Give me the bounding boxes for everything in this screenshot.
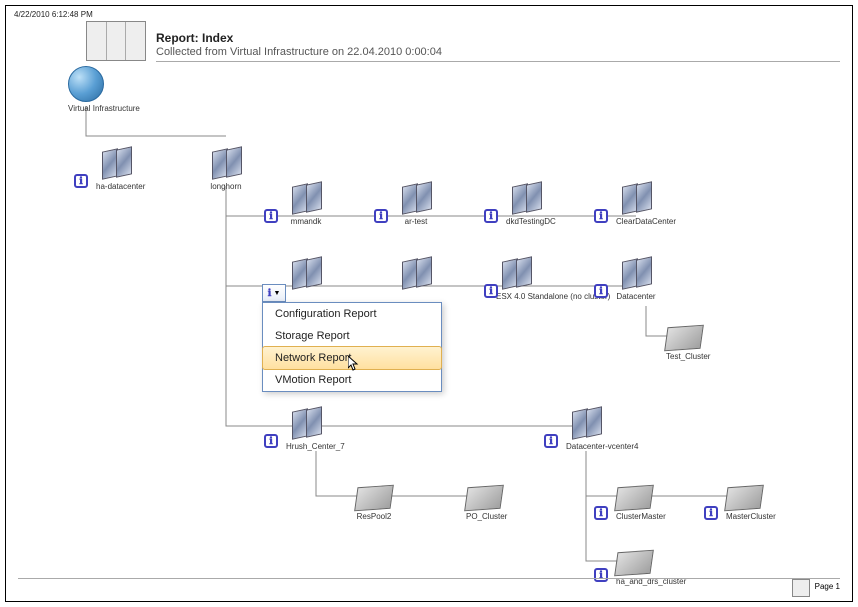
server-icon bbox=[286, 406, 326, 440]
node-longhorn[interactable]: longhorn bbox=[206, 146, 246, 191]
menu-item-storage-report[interactable]: Storage Report bbox=[263, 325, 441, 347]
cluster-icon bbox=[724, 485, 764, 512]
node-hidden-2[interactable] bbox=[396, 256, 436, 290]
cluster-icon bbox=[354, 485, 394, 512]
info-badge[interactable]: ℹ bbox=[484, 209, 498, 223]
server-icon bbox=[496, 256, 536, 290]
node-cleardc[interactable]: ClearDataCenter bbox=[616, 181, 676, 226]
info-badge[interactable]: ℹ bbox=[594, 284, 608, 298]
info-badge[interactable]: ℹ bbox=[264, 209, 278, 223]
info-badge[interactable]: ℹ bbox=[704, 506, 718, 520]
node-virtual-infrastructure[interactable]: Virtual Infrastructure bbox=[68, 66, 140, 113]
info-badge[interactable]: ℹ bbox=[374, 209, 388, 223]
info-badge[interactable]: ℹ bbox=[484, 284, 498, 298]
server-icon bbox=[616, 256, 656, 290]
mouse-cursor bbox=[348, 356, 360, 372]
node-datacenter[interactable]: Datacenter bbox=[616, 256, 656, 301]
node-clustermaster[interactable]: ClusterMaster bbox=[616, 486, 666, 521]
node-ha-datacenter[interactable]: ha-datacenter bbox=[96, 146, 145, 191]
node-dkdtest[interactable]: dkdTestingDC bbox=[506, 181, 556, 226]
node-hidden-1[interactable] bbox=[286, 256, 326, 290]
server-icon bbox=[286, 181, 326, 215]
info-badge[interactable]: ℹ bbox=[544, 434, 558, 448]
server-icon bbox=[566, 406, 606, 440]
node-artest[interactable]: ar-test bbox=[396, 181, 436, 226]
cluster-icon bbox=[614, 550, 654, 577]
server-icon bbox=[396, 181, 436, 215]
node-respool2[interactable]: ResPool2 bbox=[356, 486, 392, 521]
footer-graphic bbox=[792, 579, 810, 597]
node-testcluster[interactable]: Test_Cluster bbox=[666, 326, 710, 361]
node-hrush[interactable]: Hrush_Center_7 bbox=[286, 406, 345, 451]
info-dropdown-button[interactable]: ℹ ▼ bbox=[262, 284, 286, 302]
footer-divider bbox=[18, 578, 840, 579]
globe-icon bbox=[68, 66, 104, 102]
menu-item-vmotion-report[interactable]: VMotion Report bbox=[263, 369, 441, 391]
info-badge[interactable]: ℹ bbox=[594, 209, 608, 223]
cluster-icon bbox=[664, 325, 704, 352]
server-icon bbox=[206, 146, 246, 180]
page-number: Page 1 bbox=[815, 582, 840, 591]
info-icon: ℹ bbox=[268, 288, 272, 299]
cluster-icon bbox=[614, 485, 654, 512]
server-icon bbox=[286, 256, 326, 290]
node-mastercluster[interactable]: MasterCluster bbox=[726, 486, 776, 521]
info-badge[interactable]: ℹ bbox=[594, 506, 608, 520]
node-hadrs[interactable]: ha_and_drs_cluster bbox=[616, 551, 686, 586]
info-badge[interactable]: ℹ bbox=[594, 568, 608, 582]
server-icon bbox=[96, 146, 136, 180]
info-badge[interactable]: ℹ bbox=[74, 174, 88, 188]
chevron-down-icon: ▼ bbox=[273, 290, 280, 297]
node-mmandk[interactable]: mmandk bbox=[286, 181, 326, 226]
report-context-menu: Configuration Report Storage Report Netw… bbox=[262, 302, 442, 392]
info-badge[interactable]: ℹ bbox=[264, 434, 278, 448]
server-icon bbox=[616, 181, 656, 215]
server-icon bbox=[506, 181, 546, 215]
cluster-icon bbox=[464, 485, 504, 512]
menu-item-config-report[interactable]: Configuration Report bbox=[263, 303, 441, 325]
server-icon bbox=[396, 256, 436, 290]
node-pocluster[interactable]: PO_Cluster bbox=[466, 486, 507, 521]
node-dcvcenter4[interactable]: Datacenter-vcenter4 bbox=[566, 406, 638, 451]
